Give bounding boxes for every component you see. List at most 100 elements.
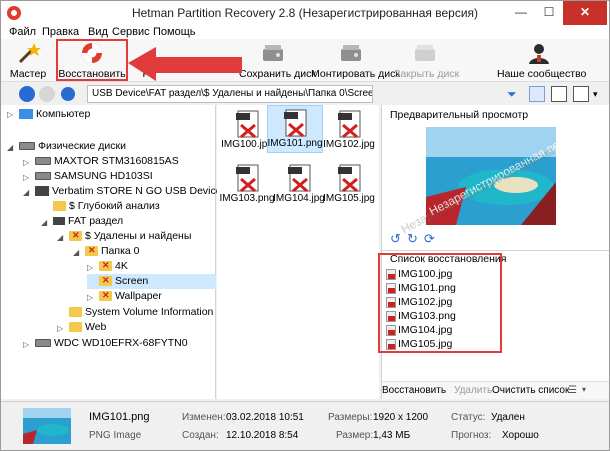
collapse-fat-icon[interactable]: ◢ bbox=[41, 218, 47, 227]
tree-item-physical-disks[interactable]: Физические диски bbox=[19, 139, 126, 154]
minimize-button[interactable]: — bbox=[507, 1, 535, 25]
file-item[interactable]: IMG105.jpg bbox=[323, 161, 375, 221]
rotate-left-icon[interactable]: ↺ bbox=[390, 231, 401, 247]
expand-disk2-icon[interactable]: ▷ bbox=[23, 173, 29, 182]
deleted-folder-icon bbox=[99, 273, 112, 288]
tree-item-web[interactable]: Web bbox=[69, 320, 106, 335]
tree-label-web: Web bbox=[85, 321, 107, 333]
tree-item-4k[interactable]: 4K bbox=[99, 258, 128, 274]
file-item-selected[interactable]: IMG101.png bbox=[267, 105, 323, 153]
tree-label-fat: FAT раздел bbox=[68, 215, 124, 227]
folder-icon bbox=[69, 307, 82, 318]
hard-drive-icon bbox=[35, 339, 51, 348]
tree-item-maxtor[interactable]: MAXTOR STM3160815AS bbox=[35, 154, 179, 169]
menu-file[interactable]: Файл bbox=[9, 25, 36, 39]
menu-edit[interactable]: Правка bbox=[42, 25, 79, 39]
status-size-value: 1,43 МБ bbox=[373, 430, 411, 441]
tree-item-fat-partition[interactable]: FAT раздел bbox=[53, 214, 123, 229]
recover-list-button[interactable]: Восстановить bbox=[382, 385, 446, 396]
deleted-folder-icon bbox=[69, 228, 82, 243]
deleted-folder-icon bbox=[99, 258, 112, 273]
tree-item-deep-analysis[interactable]: $ Глубокий анализ bbox=[53, 199, 160, 214]
tree-item-wallpaper[interactable]: Wallpaper bbox=[99, 288, 162, 304]
tree-item-samsung[interactable]: SAMSUNG HD103SI bbox=[35, 169, 153, 184]
collapse-physical-icon[interactable]: ◢ bbox=[7, 143, 13, 152]
collapse-disk3-icon[interactable]: ◢ bbox=[23, 188, 29, 197]
wizard-button[interactable]: Мастер bbox=[7, 39, 49, 82]
expand-wallpaper-icon[interactable]: ▷ bbox=[87, 293, 93, 302]
list-options-icon[interactable]: ☰ bbox=[568, 385, 577, 396]
remove-item-button[interactable]: Удалить bbox=[454, 385, 492, 396]
menu-help[interactable]: Помощь bbox=[153, 25, 196, 39]
file-item[interactable]: IMG104.jpg bbox=[273, 161, 325, 221]
status-panel: IMG101.png PNG Image Изменен: 03.02.2018… bbox=[1, 401, 609, 450]
wizard-label: Мастер bbox=[9, 68, 47, 80]
expand-web-icon[interactable]: ▷ bbox=[57, 324, 63, 333]
community-button[interactable]: Наше сообщество bbox=[497, 39, 587, 82]
partition-icon bbox=[53, 217, 65, 226]
hard-disk-save-icon bbox=[263, 45, 283, 61]
tree-item-deleted-found[interactable]: $ Удалены и найдены bbox=[69, 228, 191, 244]
deleted-folder-icon bbox=[99, 288, 112, 303]
collapse-deleted-icon[interactable]: ◢ bbox=[57, 233, 63, 242]
back-button[interactable] bbox=[19, 86, 35, 102]
forward-button[interactable] bbox=[39, 86, 55, 102]
status-state-value: Удален bbox=[491, 412, 525, 423]
recovery-list-toolbar: Восстановить Удалить Очистить список ☰ ▾ bbox=[382, 381, 609, 399]
refresh-icon[interactable]: ⟳ bbox=[424, 231, 435, 247]
deleted-png-file-icon bbox=[284, 109, 307, 138]
tree-item-screen[interactable]: Screen bbox=[87, 273, 216, 289]
deleted-jpg-file-icon bbox=[236, 110, 259, 139]
save-disk-button[interactable]: Сохранить диск bbox=[239, 39, 316, 82]
file-item[interactable]: IMG100.jpg bbox=[221, 107, 273, 167]
expand-computer-icon[interactable]: ▷ bbox=[7, 110, 13, 119]
preview-header: Предварительный просмотр bbox=[390, 109, 529, 121]
menu-view[interactable]: Вид bbox=[88, 25, 108, 39]
mount-disk-button[interactable]: Монтировать диск bbox=[311, 39, 400, 82]
community-label: Наше сообщество bbox=[497, 68, 587, 80]
file-item[interactable]: IMG103.png bbox=[219, 161, 275, 221]
hard-drive-icon bbox=[35, 172, 51, 181]
folder-icon bbox=[53, 201, 66, 212]
recovery-list-panel: Список восстановления IMG100.jpg IMG101.… bbox=[378, 250, 609, 399]
hard-disk-mount-icon bbox=[341, 45, 361, 61]
menu-service[interactable]: Сервис bbox=[112, 25, 150, 39]
tree-item-folder0[interactable]: Папка 0 bbox=[85, 243, 140, 259]
maximize-button[interactable]: ☐ bbox=[535, 1, 563, 25]
folder-icon bbox=[69, 322, 82, 333]
panel-view-icon[interactable] bbox=[573, 86, 589, 102]
tree-item-verbatim[interactable]: Verbatim STORE N GO USB Device bbox=[35, 184, 222, 199]
address-path-field[interactable]: USB Device\FAT раздел\$ Удалены и найден… bbox=[87, 85, 373, 103]
save-view-icon[interactable] bbox=[551, 86, 567, 102]
app-window: Hetman Partition Recovery 2.8 (Незарегис… bbox=[0, 0, 610, 451]
expand-disk4-icon[interactable]: ▷ bbox=[23, 340, 29, 349]
rotate-right-icon[interactable]: ↻ bbox=[407, 231, 418, 247]
up-folder-button[interactable] bbox=[61, 87, 75, 101]
deleted-jpg-file-icon bbox=[288, 164, 311, 193]
status-created-value: 12.10.2018 8:54 bbox=[226, 430, 299, 441]
file-item[interactable]: IMG102.jpg bbox=[323, 107, 375, 167]
expand-4k-icon[interactable]: ▷ bbox=[87, 263, 93, 272]
tree-item-wdc[interactable]: WDC WD10EFRX-68FYTN0 bbox=[35, 336, 188, 351]
status-dimensions-value: 1920 x 1200 bbox=[373, 412, 429, 423]
close-button[interactable]: ✕ bbox=[563, 1, 607, 25]
tree-item-svi[interactable]: System Volume Information bbox=[69, 305, 213, 320]
filter-icon[interactable]: ⏷ bbox=[507, 86, 523, 102]
status-dimensions-label: Размеры: bbox=[328, 412, 373, 423]
view-layout-icon[interactable] bbox=[529, 86, 545, 102]
list-options-dropdown-icon[interactable]: ▾ bbox=[582, 385, 586, 394]
recovery-list-highlight-box bbox=[378, 253, 502, 353]
collapse-folder0-icon[interactable]: ◢ bbox=[73, 248, 79, 257]
status-modified-label: Изменен: bbox=[182, 412, 226, 423]
tree-label-deep: $ Глубокий анализ bbox=[69, 200, 160, 212]
view-dropdown-icon[interactable]: ▾ bbox=[593, 86, 609, 102]
tree-label-disk1: MAXTOR STM3160815AS bbox=[54, 155, 179, 167]
close-disk-button[interactable]: Закрыть диск bbox=[394, 39, 459, 82]
expand-disk1-icon[interactable]: ▷ bbox=[23, 158, 29, 167]
tree-item-computer[interactable]: Компьютер bbox=[19, 107, 90, 122]
computer-icon bbox=[19, 109, 33, 120]
clear-list-button[interactable]: Очистить список bbox=[492, 385, 569, 396]
folder-tree: ▷ Компьютер ◢ Физические диски ▷ MAXTOR … bbox=[1, 105, 222, 399]
magic-wand-icon bbox=[18, 43, 41, 64]
deleted-jpg-file-icon bbox=[338, 110, 361, 139]
